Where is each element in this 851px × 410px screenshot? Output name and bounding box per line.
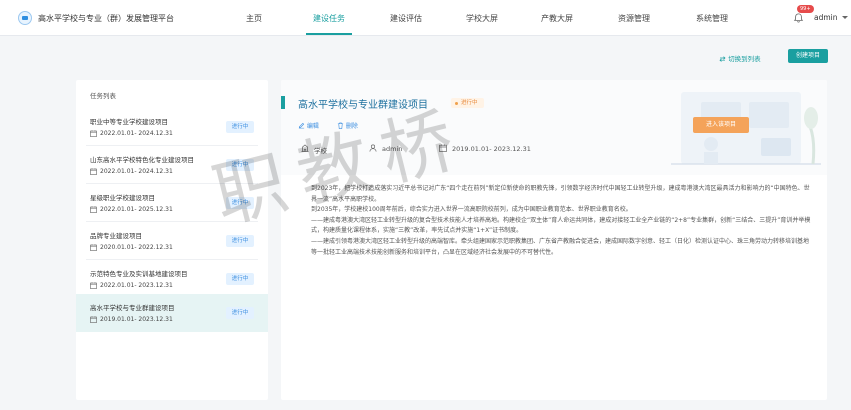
task-name: 品牌专业建设项目 — [90, 232, 142, 240]
user-menu[interactable]: admin — [814, 13, 838, 22]
status-badge: 进行中 — [226, 273, 254, 285]
status-badge: 进行中 — [226, 159, 254, 171]
calendar-icon — [90, 244, 97, 251]
description-paragraph: 到2035年，学校建校100周年前后，综合实力进入世界一流高职院校前列，成为中国… — [311, 206, 632, 214]
nav-school-dashboard[interactable]: 学校大屏 — [466, 13, 498, 24]
task-list-item-selected[interactable]: 高水平学校与专业群建设项目 2019.01.01- 2023.12.31 进行中 — [76, 294, 268, 332]
task-list-title: 任务列表 — [90, 92, 116, 100]
description-paragraph: ——建成粤港澳大湾区轻工业转型升级的复合型技术技能人才培养高地。构建校企“双主体… — [311, 216, 811, 235]
building-icon — [301, 144, 309, 152]
calendar-icon — [90, 168, 97, 175]
task-date: 2022.01.01- 2025.12.31 — [100, 206, 173, 213]
calendar-icon — [90, 130, 97, 137]
task-name: 山东高水平学校特色化专业建设项目 — [90, 156, 194, 164]
task-date: 2022.01.01- 2024.12.31 — [100, 130, 173, 137]
top-header: 高水平学校与专业（群）发展管理平台 主页 建设任务 建设评估 学校大屏 产教大屏… — [0, 0, 851, 36]
delete-button[interactable]: 删除 — [337, 121, 358, 130]
edit-icon — [298, 122, 305, 129]
create-project-button[interactable]: 创建项目 — [788, 49, 828, 63]
project-level: 学校 — [314, 147, 327, 155]
nav-system-management[interactable]: 系统管理 — [696, 13, 728, 24]
nav-construction-evaluation[interactable]: 建设评估 — [390, 13, 422, 24]
project-header-banner: 高水平学校与专业群建设项目 进行中 编辑 删除 学校 admin 2019.01… — [281, 80, 827, 175]
task-name: 星级职业学校建设项目 — [90, 194, 155, 202]
app-title: 高水平学校与专业（群）发展管理平台 — [38, 14, 174, 23]
chevron-down-icon[interactable] — [842, 16, 848, 19]
calendar-icon — [90, 316, 97, 323]
description-paragraph: ——建成引领粤港澳大湾区轻工业转型升级的高端智库。牵头组建国家示范职教集团、广东… — [311, 237, 810, 256]
project-owner: admin — [382, 145, 403, 153]
bell-icon[interactable] — [793, 12, 804, 24]
nav-construction-tasks[interactable]: 建设任务 — [313, 13, 345, 24]
active-nav-indicator — [306, 33, 352, 35]
task-name: 示范特色专业及实训基地建设项目 — [90, 270, 188, 278]
edit-button[interactable]: 编辑 — [298, 121, 319, 130]
swap-icon — [719, 56, 726, 62]
edit-label: 编辑 — [306, 123, 319, 130]
status-badge: 进行中 — [226, 235, 254, 247]
task-date: 2020.01.01- 2022.12.31 — [100, 244, 173, 251]
task-date: 2019.01.01- 2023.12.31 — [100, 316, 173, 323]
enter-project-button[interactable]: 进入该项目 — [693, 117, 749, 133]
trash-icon — [337, 122, 344, 129]
task-date: 2022.01.01- 2023.12.31 — [100, 282, 173, 289]
nav-industry-education-dashboard[interactable]: 产教大屏 — [541, 13, 573, 24]
task-list-item[interactable]: 山东高水平学校特色化专业建设项目 2022.01.01- 2024.12.31 … — [76, 146, 268, 184]
task-list-item[interactable]: 示范特色专业及实训基地建设项目 2022.01.01- 2023.12.31 进… — [76, 260, 268, 298]
description-paragraph: 到2023年，把学校打造成落实习近平总书记对广东“四个走在前列”新定位新使命的职… — [311, 185, 810, 203]
status-badge: 进行中 — [226, 197, 254, 209]
task-list-item[interactable]: 职业中等专业学校建设项目 2022.01.01- 2024.12.31 进行中 — [76, 108, 268, 146]
project-status-badge: 进行中 — [451, 98, 484, 108]
delete-label: 删除 — [345, 123, 358, 130]
project-title: 高水平学校与专业群建设项目 — [298, 100, 428, 111]
task-list-item[interactable]: 品牌专业建设项目 2020.01.01- 2022.12.31 进行中 — [76, 222, 268, 260]
switch-to-list-link[interactable]: 切换到列表 — [719, 53, 761, 63]
task-name: 职业中等专业学校建设项目 — [90, 118, 168, 126]
status-badge: 进行中 — [226, 121, 254, 133]
project-description: 到2023年，把学校打造成落实习近平总书记对广东“四个走在前列”新定位新使命的职… — [311, 184, 811, 258]
calendar-icon — [90, 282, 97, 289]
title-accent-bar — [281, 96, 285, 109]
nav-home[interactable]: 主页 — [246, 13, 262, 24]
switch-to-list-label: 切换到列表 — [728, 55, 761, 63]
calendar-icon — [90, 206, 97, 213]
task-date: 2022.01.01- 2024.12.31 — [100, 168, 173, 175]
project-date-range: 2019.01.01- 2023.12.31 — [452, 145, 531, 153]
project-detail-panel: 高水平学校与专业群建设项目 进行中 编辑 删除 学校 admin 2019.01… — [281, 80, 827, 400]
task-list-panel: 任务列表 职业中等专业学校建设项目 2022.01.01- 2024.12.31… — [76, 80, 268, 400]
status-badge: 进行中 — [226, 307, 254, 319]
school-logo-icon — [18, 11, 32, 25]
task-list-item[interactable]: 星级职业学校建设项目 2022.01.01- 2025.12.31 进行中 — [76, 184, 268, 222]
task-name: 高水平学校与专业群建设项目 — [90, 304, 175, 312]
user-icon — [369, 144, 377, 152]
calendar-icon — [439, 144, 447, 152]
nav-resource-management[interactable]: 资源管理 — [618, 13, 650, 24]
notification-badge: 99+ — [797, 5, 814, 13]
